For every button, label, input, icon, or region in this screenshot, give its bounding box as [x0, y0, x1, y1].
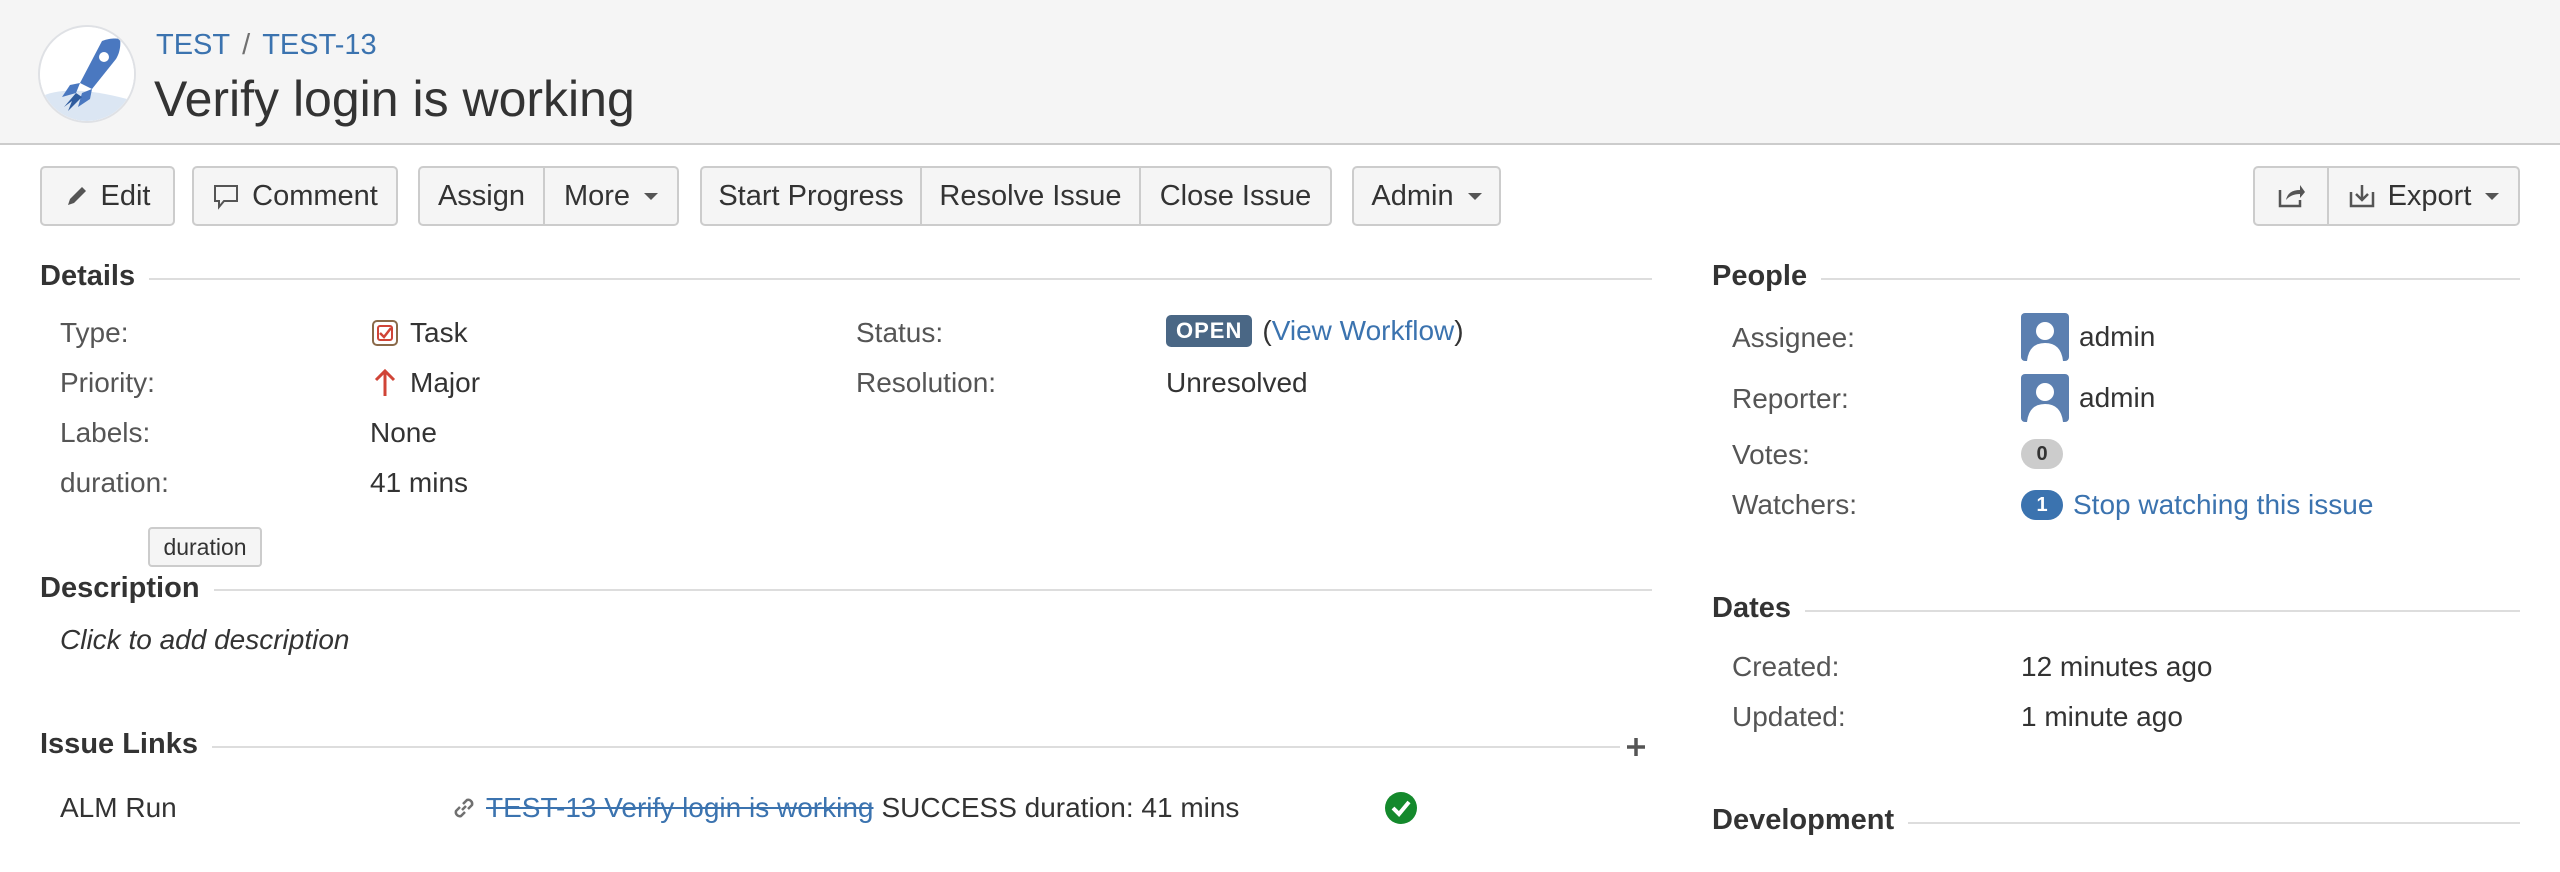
view-workflow-open-paren: (	[1262, 315, 1272, 346]
chevron-down-icon	[644, 192, 659, 200]
breadcrumb-separator: /	[242, 29, 251, 61]
close-issue-button[interactable]: Close Issue	[1141, 166, 1332, 226]
type-label: Type:	[60, 317, 129, 348]
resolve-issue-button[interactable]: Resolve Issue	[922, 166, 1141, 226]
project-avatar[interactable]	[38, 25, 136, 123]
comment-icon	[214, 185, 239, 210]
breadcrumb: TEST / TEST-13	[156, 28, 377, 62]
duration-tooltip: duration	[148, 527, 262, 567]
watchers-label: Watchers:	[1732, 489, 1857, 520]
issue-header: TEST / TEST-13 Verify login is working	[0, 0, 2560, 145]
people-divider	[1712, 278, 2520, 280]
dates-heading[interactable]: Dates	[1712, 592, 1805, 625]
reporter-name: admin	[2079, 382, 2156, 413]
more-button-label: More	[563, 179, 631, 212]
plus-icon[interactable]	[1624, 735, 1648, 759]
description-divider	[40, 589, 1652, 591]
arrow-up-icon	[374, 368, 396, 396]
linked-issue-row: TEST-13 Verify login is working SUCCESS …	[450, 792, 1239, 824]
watchers-value: 1 Stop watching this issue	[2021, 489, 2373, 521]
votes-count-badge: 0	[2021, 439, 2063, 469]
admin-dropdown-button[interactable]: Admin	[1352, 166, 1501, 226]
duration-value[interactable]: 41 mins	[370, 467, 468, 499]
task-icon	[372, 320, 398, 346]
stop-watching-link[interactable]: Stop watching this issue	[2073, 489, 2373, 521]
reporter-label: Reporter:	[1732, 383, 1849, 414]
download-icon	[2349, 185, 2374, 208]
watchers-count-badge[interactable]: 1	[2021, 490, 2063, 520]
resolution-value: Unresolved	[1166, 367, 1308, 398]
chevron-down-icon	[1467, 192, 1482, 200]
edit-button[interactable]: Edit	[40, 166, 175, 226]
reporter-avatar	[2021, 374, 2069, 422]
assignee-avatar	[2021, 313, 2069, 361]
updated-value: 1 minute ago	[2021, 701, 2183, 732]
labels-label: Labels:	[60, 417, 151, 448]
export-button-label: Export	[2387, 179, 2472, 212]
priority-value: Major	[372, 367, 480, 399]
labels-value[interactable]: None	[370, 417, 437, 449]
status-value: OPEN (View Workflow)	[1166, 315, 1464, 347]
resolution-label: Resolution:	[856, 367, 997, 398]
details-heading[interactable]: Details	[40, 260, 150, 293]
status-lozenge: OPEN	[1166, 315, 1253, 347]
edit-button-label: Edit	[100, 179, 151, 212]
priority-label: Priority:	[60, 367, 155, 398]
created-label: Created:	[1732, 651, 1840, 682]
close-issue-label: Close Issue	[1159, 179, 1312, 212]
user-icon	[2027, 322, 2063, 361]
issue-links-heading[interactable]: Issue Links	[40, 728, 212, 761]
breadcrumb-project-link[interactable]: TEST	[156, 29, 230, 61]
assignee-label: Assignee:	[1732, 322, 1855, 353]
assignee-name: admin	[2079, 321, 2156, 352]
status-label: Status:	[856, 317, 944, 348]
assign-button-label: Assign	[437, 179, 526, 212]
votes-label: Votes:	[1732, 439, 1810, 470]
votes-value[interactable]: 0	[2021, 439, 2073, 469]
comment-button[interactable]: Comment	[192, 166, 398, 226]
description-placeholder[interactable]: Click to add description	[60, 624, 349, 656]
rocket-icon	[40, 27, 134, 121]
view-workflow-link[interactable]: View Workflow	[1272, 315, 1455, 347]
resolve-issue-label: Resolve Issue	[939, 179, 1122, 212]
start-progress-label: Start Progress	[718, 179, 904, 212]
type-value-text: Task	[410, 317, 468, 348]
chevron-down-icon	[2485, 192, 2500, 200]
description-heading[interactable]: Description	[40, 572, 214, 605]
link-icon	[454, 798, 474, 818]
people-heading[interactable]: People	[1712, 260, 1822, 293]
type-value: Task	[370, 317, 468, 349]
development-heading[interactable]: Development	[1712, 804, 1909, 837]
export-dropdown-button[interactable]: Export	[2329, 166, 2520, 226]
pencil-icon	[67, 187, 86, 205]
assign-button[interactable]: Assign	[418, 166, 545, 226]
start-progress-button[interactable]: Start Progress	[700, 166, 922, 226]
details-divider	[40, 278, 1652, 280]
view-workflow-close-paren: )	[1454, 315, 1464, 346]
duration-label: duration:	[60, 467, 169, 498]
linked-issue-link[interactable]: TEST-13 Verify login is working	[486, 792, 874, 824]
admin-button-label: Admin	[1371, 179, 1454, 212]
dates-divider	[1712, 610, 2520, 612]
priority-value-text: Major	[410, 367, 481, 398]
updated-label: Updated:	[1732, 701, 1846, 732]
more-dropdown-button[interactable]: More	[545, 166, 679, 226]
issue-summary[interactable]: Verify login is working	[154, 68, 635, 130]
reporter-value[interactable]: admin	[2021, 374, 2155, 422]
success-check-icon	[1385, 792, 1417, 824]
issue-links-divider	[40, 746, 1620, 748]
created-value: 12 minutes ago	[2021, 651, 2213, 682]
assignee-value[interactable]: admin	[2021, 313, 2155, 361]
share-button[interactable]	[2253, 166, 2329, 226]
user-icon	[2027, 383, 2063, 422]
breadcrumb-issue-link[interactable]: TEST-13	[262, 29, 376, 61]
comment-button-label: Comment	[252, 179, 378, 212]
share-icon	[2278, 185, 2305, 208]
linked-issue-result: SUCCESS duration: 41 mins	[881, 792, 1240, 823]
link-type-label: ALM Run	[60, 792, 177, 823]
